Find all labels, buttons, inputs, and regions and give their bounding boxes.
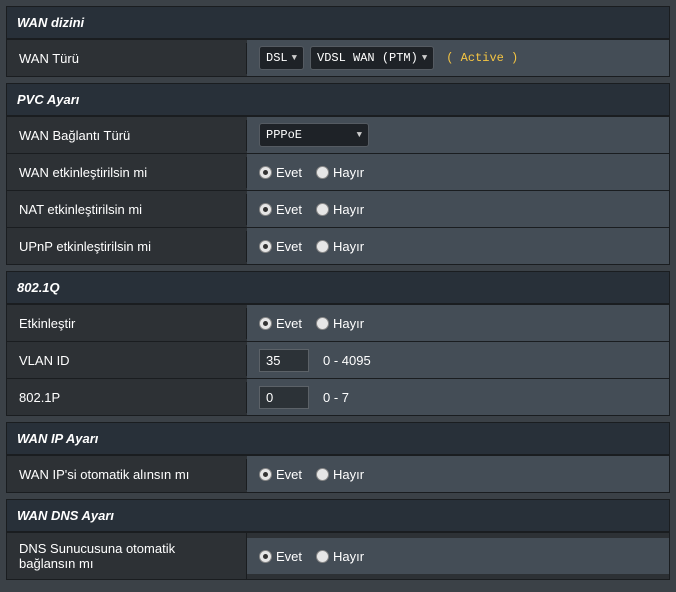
dot1q-enable-label: Etkinleştir [7, 308, 247, 339]
radio-label: Hayır [333, 467, 364, 482]
wan-ip-auto-row: WAN IP'si otomatik alınsın mı Evet Hayır [7, 455, 669, 492]
dot1q-enable-value: Evet Hayır [247, 305, 669, 341]
radio-dot-icon [316, 468, 329, 481]
nat-enable-row: NAT etkinleştirilsin mi Evet Hayır [7, 190, 669, 227]
radio-option-no[interactable]: Hayır [316, 316, 364, 331]
wan-ip-title: WAN IP Ayarı [7, 423, 669, 455]
nat-enable-label: NAT etkinleştirilsin mi [7, 194, 247, 225]
wan-ip-auto-radio-group: Evet Hayır [259, 467, 364, 482]
radio-dot-icon [259, 468, 272, 481]
wan-index-section: WAN dizini WAN Türü DSL ▼ VDSL WAN (PTM)… [6, 6, 670, 77]
radio-dot-icon [316, 550, 329, 563]
conn-type-select[interactable]: PPPoE ▼ [259, 123, 369, 147]
wan-active-tag: ( Active ) [446, 51, 518, 65]
wan-enable-row: WAN etkinleştirilsin mi Evet Hayır [7, 153, 669, 190]
pvc-section: PVC Ayarı WAN Bağlantı Türü PPPoE ▼ WAN … [6, 83, 670, 265]
upnp-enable-label: UPnP etkinleştirilsin mi [7, 231, 247, 262]
radio-dot-icon [259, 317, 272, 330]
wan-dns-auto-radio-group: Evet Hayır [259, 549, 364, 564]
radio-label: Evet [276, 165, 302, 180]
dot1q-enable-row: Etkinleştir Evet Hayır [7, 304, 669, 341]
wan-enable-label: WAN etkinleştirilsin mi [7, 157, 247, 188]
radio-option-yes[interactable]: Evet [259, 467, 302, 482]
nat-enable-radio-group: Evet Hayır [259, 202, 364, 217]
radio-option-yes[interactable]: Evet [259, 316, 302, 331]
dot1p-range: 0 - 7 [323, 390, 349, 405]
radio-label: Hayır [333, 549, 364, 564]
wan-dns-title: WAN DNS Ayarı [7, 500, 669, 532]
radio-option-no[interactable]: Hayır [316, 549, 364, 564]
conn-type-label: WAN Bağlantı Türü [7, 120, 247, 151]
chevron-down-icon: ▼ [357, 130, 362, 140]
vlan-id-value: 0 - 4095 [247, 342, 669, 378]
wan-index-title: WAN dizini [7, 7, 669, 39]
radio-label: Evet [276, 239, 302, 254]
wan-ip-section: WAN IP Ayarı WAN IP'si otomatik alınsın … [6, 422, 670, 493]
vlan-id-input[interactable] [259, 349, 309, 372]
wan-dns-auto-value: Evet Hayır [247, 538, 669, 574]
wan-enable-value: Evet Hayır [247, 154, 669, 190]
radio-label: Evet [276, 316, 302, 331]
conn-type-row: WAN Bağlantı Türü PPPoE ▼ [7, 116, 669, 153]
radio-option-no[interactable]: Hayır [316, 467, 364, 482]
conn-type-select-text: PPPoE [266, 128, 302, 142]
wan-type-select-1-text: DSL [266, 51, 288, 65]
dot1p-value: 0 - 7 [247, 379, 669, 415]
dot1q-title: 802.1Q [7, 272, 669, 304]
radio-dot-icon [259, 166, 272, 179]
wan-type-row: WAN Türü DSL ▼ VDSL WAN (PTM) ▼ ( Active… [7, 39, 669, 76]
radio-option-no[interactable]: Hayır [316, 165, 364, 180]
radio-label: Evet [276, 549, 302, 564]
radio-dot-icon [259, 550, 272, 563]
upnp-enable-row: UPnP etkinleştirilsin mi Evet Hayır [7, 227, 669, 264]
radio-option-no[interactable]: Hayır [316, 239, 364, 254]
radio-label: Hayır [333, 202, 364, 217]
chevron-down-icon: ▼ [292, 53, 297, 63]
radio-label: Evet [276, 202, 302, 217]
radio-dot-icon [316, 240, 329, 253]
chevron-down-icon: ▼ [422, 53, 427, 63]
upnp-enable-value: Evet Hayır [247, 228, 669, 264]
wan-dns-auto-row: DNS Sunucusuna otomatik bağlansın mı Eve… [7, 532, 669, 579]
wan-type-value: DSL ▼ VDSL WAN (PTM) ▼ ( Active ) [247, 40, 669, 76]
radio-option-yes[interactable]: Evet [259, 202, 302, 217]
dot1p-label: 802.1P [7, 382, 247, 413]
upnp-enable-radio-group: Evet Hayır [259, 239, 364, 254]
dot1q-enable-radio-group: Evet Hayır [259, 316, 364, 331]
vlan-id-row: VLAN ID 0 - 4095 [7, 341, 669, 378]
radio-option-yes[interactable]: Evet [259, 165, 302, 180]
dot1q-section: 802.1Q Etkinleştir Evet Hayır VLAN ID 0 -… [6, 271, 670, 416]
radio-label: Evet [276, 467, 302, 482]
wan-type-select-1[interactable]: DSL ▼ [259, 46, 304, 70]
dot1p-row: 802.1P 0 - 7 [7, 378, 669, 415]
wan-dns-section: WAN DNS Ayarı DNS Sunucusuna otomatik ba… [6, 499, 670, 580]
radio-dot-icon [259, 203, 272, 216]
radio-dot-icon [259, 240, 272, 253]
wan-type-select-2-text: VDSL WAN (PTM) [317, 51, 418, 65]
wan-ip-auto-label: WAN IP'si otomatik alınsın mı [7, 459, 247, 490]
wan-type-label: WAN Türü [7, 43, 247, 74]
vlan-id-range: 0 - 4095 [323, 353, 371, 368]
wan-enable-radio-group: Evet Hayır [259, 165, 364, 180]
dot1p-input[interactable] [259, 386, 309, 409]
radio-option-no[interactable]: Hayır [316, 202, 364, 217]
vlan-id-label: VLAN ID [7, 345, 247, 376]
wan-dns-auto-label: DNS Sunucusuna otomatik bağlansın mı [7, 533, 247, 579]
radio-label: Hayır [333, 165, 364, 180]
pvc-title: PVC Ayarı [7, 84, 669, 116]
nat-enable-value: Evet Hayır [247, 191, 669, 227]
conn-type-value: PPPoE ▼ [247, 117, 669, 153]
radio-label: Hayır [333, 316, 364, 331]
wan-type-select-2[interactable]: VDSL WAN (PTM) ▼ [310, 46, 434, 70]
radio-dot-icon [316, 317, 329, 330]
radio-option-yes[interactable]: Evet [259, 239, 302, 254]
radio-dot-icon [316, 203, 329, 216]
radio-option-yes[interactable]: Evet [259, 549, 302, 564]
radio-dot-icon [316, 166, 329, 179]
wan-ip-auto-value: Evet Hayır [247, 456, 669, 492]
radio-label: Hayır [333, 239, 364, 254]
